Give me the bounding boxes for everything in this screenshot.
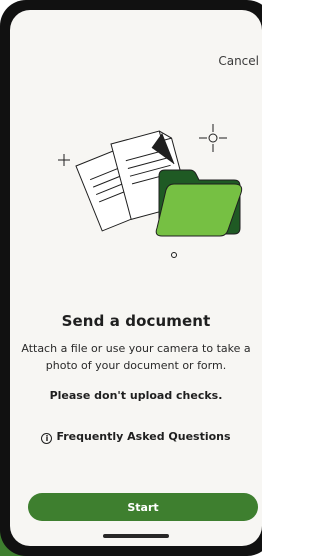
app-stage: Cancel Send a document Attach a file or … — [0, 0, 262, 556]
app-screen: Cancel Send a document Attach a file or … — [10, 10, 262, 546]
page-title: Send a document — [61, 312, 211, 330]
upload-warning: Please don't upload checks. — [49, 389, 223, 402]
documents-folder-illustration — [58, 124, 243, 258]
page-description: Attach a file or use your camera to take… — [21, 342, 251, 373]
start-button[interactable]: Start — [28, 493, 258, 521]
info-icon: i — [41, 433, 53, 444]
phone-frame: Cancel Send a document Attach a file or … — [0, 0, 262, 556]
faq-link[interactable]: i Frequently Asked Questions — [10, 430, 262, 444]
cancel-button[interactable]: Cancel — [218, 54, 259, 68]
home-indicator — [103, 534, 169, 538]
faq-link-label: Frequently Asked Questions — [56, 430, 231, 443]
